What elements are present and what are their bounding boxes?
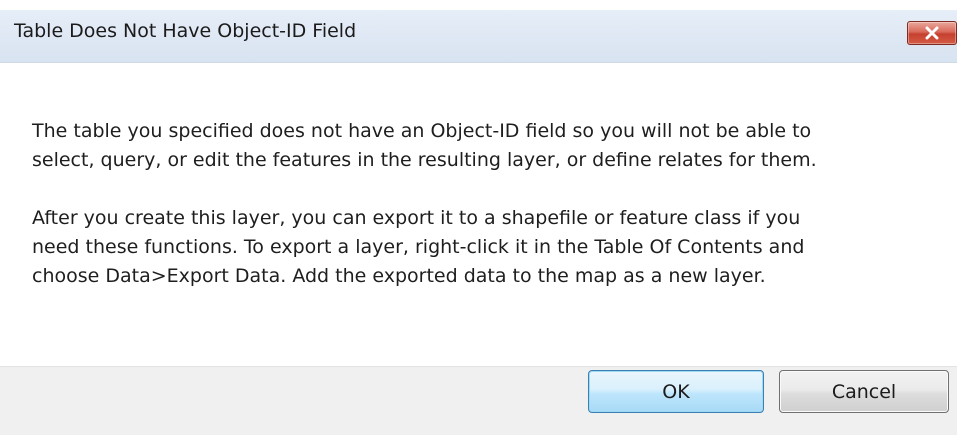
title-bar[interactable]: Table Does Not Have Object-ID Field	[0, 10, 957, 63]
message-line: choose Data>Export Data. Add the exporte…	[32, 265, 766, 287]
close-icon	[925, 26, 939, 40]
message-line: After you create this layer, you can exp…	[32, 207, 801, 229]
message-paragraph-1: The table you specified does not have an…	[32, 117, 912, 175]
button-bar: OK Cancel	[0, 366, 957, 435]
dialog-body: The table you specified does not have an…	[0, 63, 957, 366]
close-button[interactable]	[907, 21, 957, 45]
message-line: select, query, or edit the features in t…	[32, 149, 817, 171]
message-line: The table you specified does not have an…	[32, 120, 812, 142]
cancel-button[interactable]: Cancel	[779, 370, 949, 413]
dialog-title: Table Does Not Have Object-ID Field	[14, 20, 357, 42]
message-paragraph-2: After you create this layer, you can exp…	[32, 204, 912, 291]
dialog-window: Table Does Not Have Object-ID Field The …	[0, 0, 957, 435]
message-line: need these functions. To export a layer,…	[32, 236, 805, 258]
ok-button[interactable]: OK	[588, 370, 764, 413]
